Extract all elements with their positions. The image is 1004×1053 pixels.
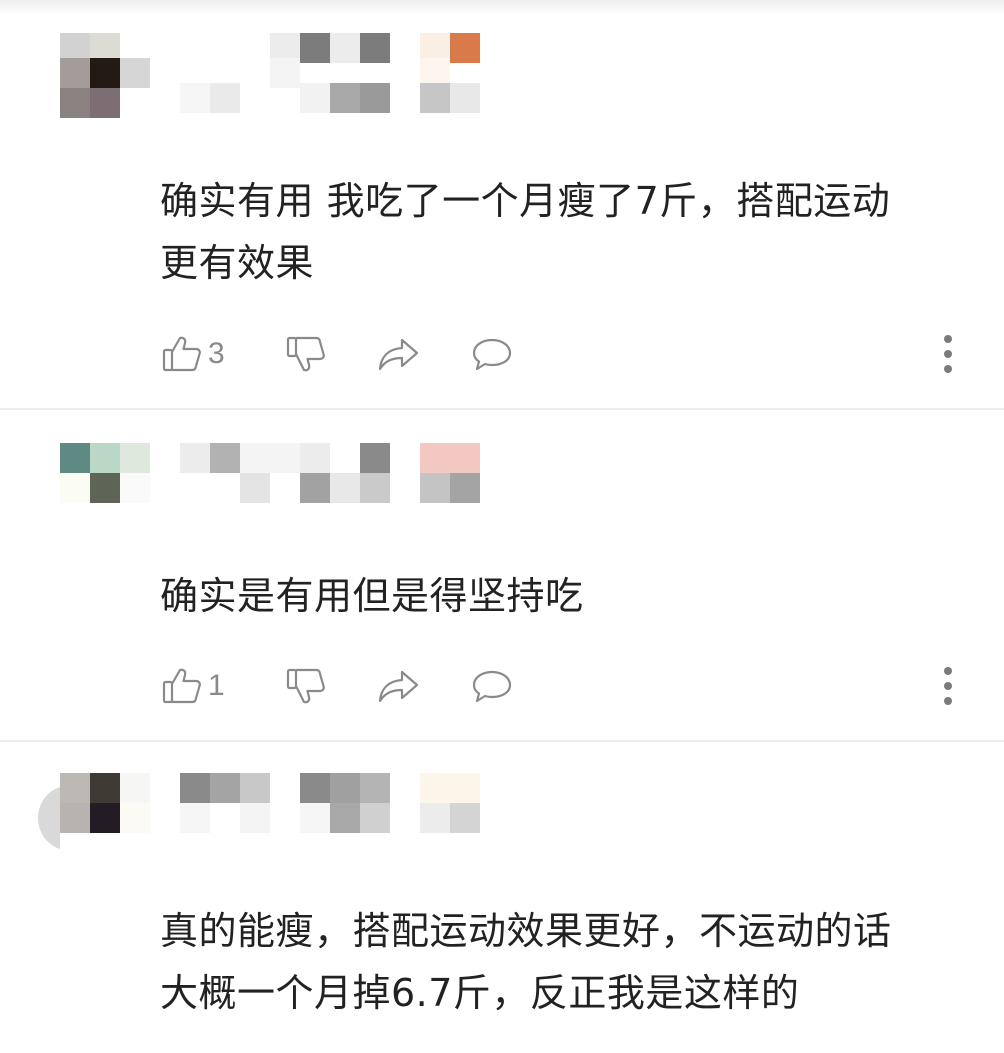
comment-bubble-icon (472, 670, 512, 703)
comment-actions: 1 (160, 662, 960, 710)
avatar-blurred[interactable] (60, 773, 150, 863)
thumb-down-icon (286, 336, 325, 372)
comment-text-line: 真的能瘦，搭配运动效果更好，不运动的话 (160, 909, 892, 953)
comment-item-2: 确实是有用但是得坚持吃 1 (0, 410, 1004, 740)
like-button[interactable]: 3 (160, 330, 225, 378)
username-blurred[interactable] (180, 443, 510, 533)
comment-item-1: 确实有用 我吃了一个月瘦了7斤，搭配运动 更有效果 3 (0, 0, 1004, 408)
username-blurred[interactable] (180, 33, 510, 123)
thumb-down-icon (286, 668, 325, 704)
thumb-up-icon (162, 336, 201, 372)
share-button[interactable] (376, 662, 420, 710)
username-blurred[interactable] (180, 773, 510, 863)
reply-button[interactable] (470, 330, 514, 378)
thumb-up-icon (162, 668, 201, 704)
more-vertical-icon (944, 335, 952, 343)
comment-item-3: 真的能瘦，搭配运动效果更好，不运动的话 大概一个月掉6.7斤，反正我是这样的 (0, 742, 1004, 1053)
more-options-button[interactable] (930, 330, 966, 378)
avatar-blurred[interactable] (60, 33, 150, 123)
comment-text-line: 更有效果 (160, 241, 315, 285)
more-vertical-icon (944, 667, 952, 675)
dislike-button[interactable] (284, 330, 328, 378)
like-count: 3 (208, 337, 225, 370)
comment-text: 确实是有用但是得坚持吃 (160, 565, 960, 627)
comment-actions: 3 (160, 330, 960, 378)
share-arrow-icon (378, 670, 419, 703)
comment-text-line: 大概一个月掉6.7斤，反正我是这样的 (160, 971, 800, 1015)
like-count: 1 (208, 669, 225, 702)
share-arrow-icon (378, 338, 419, 371)
comment-text: 真的能瘦，搭配运动效果更好，不运动的话 大概一个月掉6.7斤，反正我是这样的 (160, 900, 960, 1024)
comment-text-line: 确实是有用但是得坚持吃 (160, 574, 584, 618)
reply-button[interactable] (470, 662, 514, 710)
like-button[interactable]: 1 (160, 662, 225, 710)
comment-text: 确实有用 我吃了一个月瘦了7斤，搭配运动 更有效果 (160, 170, 960, 294)
comment-bubble-icon (472, 338, 512, 371)
dislike-button[interactable] (284, 662, 328, 710)
share-button[interactable] (376, 330, 420, 378)
avatar-blurred[interactable] (60, 443, 150, 533)
more-options-button[interactable] (930, 662, 966, 710)
comment-text-line: 确实有用 我吃了一个月瘦了7斤，搭配运动 (160, 179, 891, 223)
